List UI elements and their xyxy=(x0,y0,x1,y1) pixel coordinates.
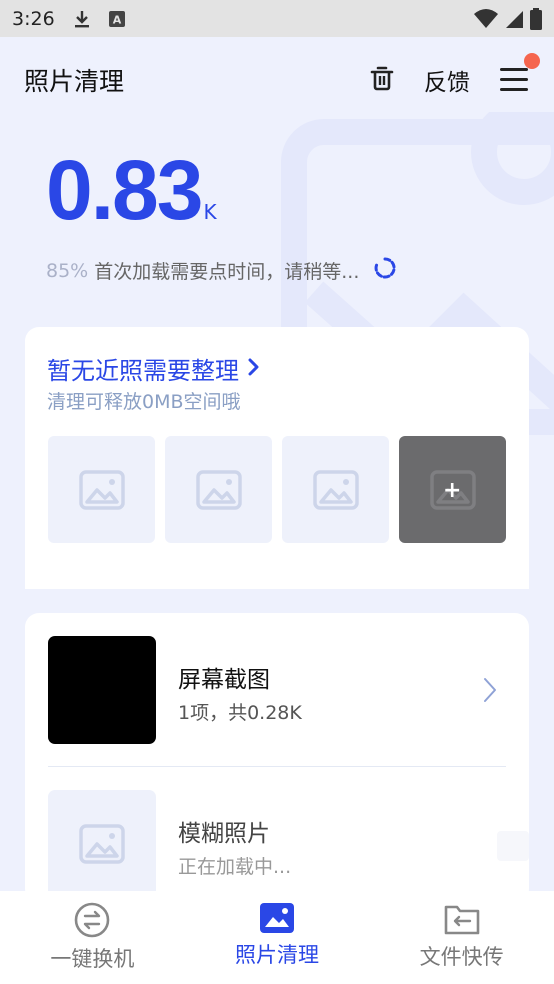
header: 照片清理 反馈 xyxy=(0,37,554,123)
image-placeholder-icon xyxy=(79,824,125,864)
recent-photos-subtitle: 清理可释放0MB空间哦 xyxy=(47,391,241,413)
image-placeholder-icon xyxy=(195,469,242,510)
nav-item-phone-clone[interactable]: 一键换机 xyxy=(12,901,172,973)
category-title: 模糊照片 xyxy=(178,821,270,847)
progress-percent: 85% xyxy=(46,259,89,282)
photo-thumbnail[interactable] xyxy=(165,436,272,543)
category-title: 屏幕截图 xyxy=(178,667,270,693)
loading-spinner-icon xyxy=(373,256,397,285)
progress-text: 首次加载需要点时间，请稍等... xyxy=(94,261,360,283)
chevron-right-icon xyxy=(247,355,261,383)
nav-item-photo-clean[interactable]: 照片清理 xyxy=(197,901,357,969)
recent-photos-card: 暂无近照需要整理 清理可释放0MB空间哦 + xyxy=(25,327,529,589)
chevron-right-icon xyxy=(482,676,498,708)
recent-photos-title: 暂无近照需要整理 xyxy=(47,357,239,385)
page-title: 照片清理 xyxy=(24,67,125,96)
storage-size: 0.83 K xyxy=(46,148,217,232)
folder-transfer-icon xyxy=(444,905,479,935)
divider xyxy=(48,766,506,767)
size-unit: K xyxy=(203,200,217,224)
category-row-screenshots[interactable]: 屏幕截图 1项，共0.28K xyxy=(48,636,506,744)
nav-item-file-transfer[interactable]: 文件快传 xyxy=(382,901,542,971)
image-placeholder-icon xyxy=(78,469,125,510)
status-time: 3:26 xyxy=(12,7,55,30)
battery-icon xyxy=(530,7,542,30)
svg-text:A: A xyxy=(112,13,121,26)
blurry-thumbnail xyxy=(48,790,156,898)
loading-placeholder xyxy=(497,831,529,861)
notification-dot xyxy=(524,53,540,69)
category-row-blurry[interactable]: 模糊照片 正在加载中... xyxy=(48,790,506,898)
photo-icon xyxy=(259,903,294,933)
trash-icon[interactable] xyxy=(370,65,394,95)
nav-label: 一键换机 xyxy=(50,947,135,971)
photo-thumbnail[interactable] xyxy=(48,436,155,543)
nav-label: 照片清理 xyxy=(234,943,319,967)
category-subtitle: 正在加载中... xyxy=(178,856,292,878)
category-subtitle: 1项，共0.28K xyxy=(178,702,302,724)
thumbnail-row: + xyxy=(48,436,506,543)
swap-icon xyxy=(75,902,110,938)
categories-card: 屏幕截图 1项，共0.28K 模糊照片 正在加载中... xyxy=(25,613,529,903)
photo-thumbnail[interactable] xyxy=(282,436,389,543)
recent-photos-link[interactable]: 暂无近照需要整理 xyxy=(47,351,261,386)
image-placeholder-icon xyxy=(312,469,359,510)
screenshot-thumbnail xyxy=(48,636,156,744)
more-photos-button[interactable]: + xyxy=(399,436,506,543)
wifi-icon xyxy=(474,8,498,29)
status-bar: 3:26 A xyxy=(0,0,554,37)
menu-icon[interactable] xyxy=(500,53,540,93)
bottom-nav: 一键换机 照片清理 文件快传 xyxy=(0,891,554,984)
signal-icon xyxy=(504,9,524,29)
a-icon: A xyxy=(108,10,125,27)
nav-label: 文件快传 xyxy=(419,945,504,969)
download-icon xyxy=(73,9,91,29)
plus-icon: + xyxy=(443,478,462,503)
feedback-button[interactable]: 反馈 xyxy=(424,63,470,97)
size-value: 0.83 xyxy=(46,143,203,237)
loading-status: 85% 首次加载需要点时间，请稍等... xyxy=(46,256,397,285)
